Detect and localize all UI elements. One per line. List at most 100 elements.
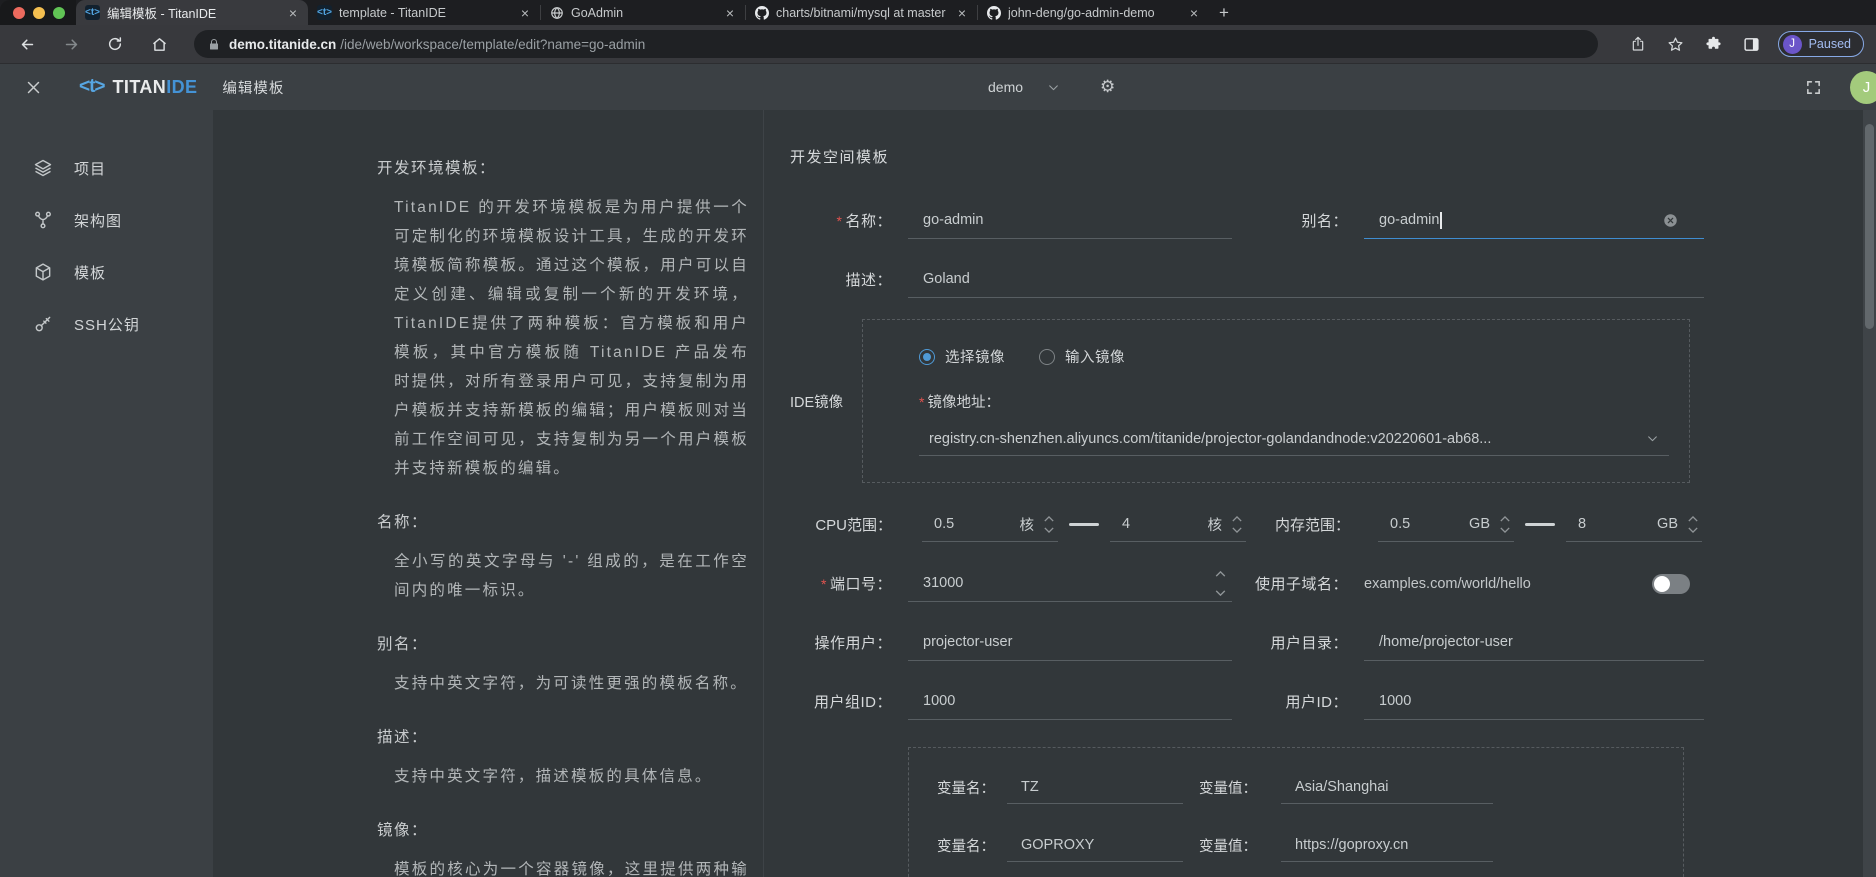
browser-tab-5[interactable]: john-deng/go-admin-demo ×	[977, 0, 1209, 25]
operator-value: projector-user	[923, 634, 1012, 650]
profile-status: Paused	[1809, 37, 1851, 51]
cpu-max-input[interactable]: 4 核	[1110, 508, 1246, 542]
env-name-input[interactable]: TZ	[1007, 770, 1183, 804]
forward-icon[interactable]	[56, 29, 86, 59]
cpu-unit: 核	[1020, 514, 1035, 535]
image-address-value: registry.cn-shenzhen.aliyuncs.com/titani…	[929, 431, 1491, 447]
description-label: 描述：	[790, 269, 908, 290]
radio-input-image[interactable]: 输入镜像	[1039, 346, 1125, 367]
extensions-icon[interactable]	[1700, 30, 1728, 58]
tab-close-icon[interactable]: ×	[956, 6, 968, 20]
url-bar[interactable]: demo.titanide.cn/ide/web/workspace/templ…	[194, 30, 1598, 58]
operator-label: 操作用户：	[790, 632, 908, 653]
help-paragraph: 模板的核心为一个容器镜像，这里提供两种输入方式，其一是下拉选择已有模板的镜像；其…	[377, 855, 749, 877]
user-avatar[interactable]: J	[1850, 71, 1876, 104]
port-input[interactable]: 31000	[908, 566, 1232, 602]
form-section-title: 开发空间模板	[790, 146, 1704, 167]
tab-close-icon[interactable]: ×	[287, 6, 299, 20]
cpu-min-input[interactable]: 0.5 核	[922, 508, 1058, 542]
env-value-input[interactable]: https://goproxy.cn	[1281, 828, 1493, 862]
description-value: Goland	[923, 271, 970, 287]
range-dash	[1066, 523, 1102, 526]
subdomain-toggle[interactable]	[1652, 574, 1690, 594]
required-asterisk: *	[837, 213, 843, 229]
cpu-min-value: 0.5	[934, 516, 954, 532]
home-icon[interactable]	[144, 29, 174, 59]
browser-tab-2[interactable]: <t> template - TitanIDE ×	[308, 0, 540, 25]
alias-input[interactable]: go-admin	[1364, 203, 1704, 239]
fullscreen-icon[interactable]	[1805, 79, 1822, 96]
env-name-label: 变量名：	[937, 835, 1007, 856]
radio-label: 输入镜像	[1065, 346, 1125, 367]
description-input[interactable]: Goland	[908, 262, 1704, 298]
group-id-label: 用户组ID：	[790, 691, 908, 712]
reload-icon[interactable]	[100, 29, 130, 59]
env-value-input[interactable]: Asia/Shanghai	[1281, 770, 1493, 804]
help-heading: 描述：	[377, 725, 749, 747]
user-dir-input[interactable]: /home/projector-user	[1364, 625, 1704, 661]
name-value: go-admin	[923, 212, 983, 228]
new-tab-button[interactable]: +	[1209, 0, 1239, 25]
minimize-window-button[interactable]	[33, 7, 45, 19]
cube-icon	[33, 262, 53, 282]
browser-tab-3[interactable]: GoAdmin ×	[540, 0, 745, 25]
browser-tab-4[interactable]: charts/bitnami/mysql at master ×	[745, 0, 977, 25]
stepper-icon[interactable]	[1215, 571, 1226, 596]
workspace-switcher[interactable]: demo ⚙	[988, 77, 1115, 97]
help-heading: 开发环境模板：	[377, 156, 749, 178]
stepper-icon[interactable]	[1044, 516, 1054, 533]
group-id-input[interactable]: 1000	[908, 684, 1232, 720]
profile-chip[interactable]: J Paused	[1778, 31, 1864, 57]
tab-title: template - TitanIDE	[339, 6, 512, 20]
tab-close-icon[interactable]: ×	[519, 6, 531, 20]
name-input[interactable]: go-admin	[908, 203, 1232, 239]
side-panel-icon[interactable]	[1738, 30, 1766, 58]
share-icon[interactable]	[1624, 30, 1652, 58]
lock-icon	[208, 38, 220, 51]
chevron-down-icon[interactable]	[1047, 81, 1060, 94]
sidebar-item-templates[interactable]: 模板	[0, 246, 213, 298]
alias-label: 别名：	[1232, 210, 1364, 231]
tab-strip: <t> 编辑模板 - TitanIDE × <t> template - Tit…	[0, 0, 1876, 25]
bookmark-star-icon[interactable]	[1662, 30, 1690, 58]
titanide-logo: <t>	[79, 76, 105, 98]
tab-close-icon[interactable]: ×	[724, 6, 736, 20]
sidebar-item-projects[interactable]: 项目	[0, 142, 213, 194]
browser-chrome: <t> 编辑模板 - TitanIDE × <t> template - Tit…	[0, 0, 1876, 63]
sidebar-item-ssh-keys[interactable]: SSH公钥	[0, 298, 213, 350]
zoom-window-button[interactable]	[53, 7, 65, 19]
env-name-label: 变量名：	[937, 777, 1007, 798]
stepper-icon[interactable]	[1232, 516, 1242, 533]
clear-icon[interactable]	[1663, 213, 1678, 228]
titanide-favicon: <t>	[317, 5, 332, 20]
chevron-down-icon[interactable]	[1646, 432, 1659, 445]
memory-unit: GB	[1657, 516, 1678, 532]
browser-tab-1[interactable]: <t> 编辑模板 - TitanIDE ×	[76, 0, 308, 25]
radio-on-icon	[919, 349, 935, 365]
help-paragraph: TitanIDE 的开发环境模板是为用户提供一个可定制化的环境模板设计工具，生成…	[377, 193, 749, 483]
memory-max-input[interactable]: 8 GB	[1566, 508, 1702, 542]
close-editor-icon[interactable]	[26, 80, 41, 95]
scrollbar-thumb[interactable]	[1865, 124, 1874, 329]
image-address-select[interactable]: registry.cn-shenzhen.aliyuncs.com/titani…	[919, 422, 1669, 456]
back-icon[interactable]	[12, 29, 42, 59]
toggle-knob	[1654, 576, 1670, 592]
env-var-row: 变量名： GOPROXY 变量值： https://goproxy.cn	[937, 816, 1683, 874]
close-window-button[interactable]	[13, 7, 25, 19]
stepper-icon[interactable]	[1688, 516, 1698, 533]
scrollbar[interactable]	[1863, 110, 1876, 877]
stepper-icon[interactable]	[1500, 516, 1510, 533]
image-mode-radio-group: 选择镜像 输入镜像	[919, 346, 1669, 367]
operator-input[interactable]: projector-user	[908, 625, 1232, 661]
gear-icon[interactable]: ⚙	[1100, 77, 1115, 97]
user-dir-value: /home/projector-user	[1379, 634, 1513, 650]
user-id-input[interactable]: 1000	[1364, 684, 1704, 720]
memory-min-input[interactable]: 0.5 GB	[1378, 508, 1514, 542]
tab-close-icon[interactable]: ×	[1188, 6, 1200, 20]
help-heading: 镜像：	[377, 818, 749, 840]
radio-select-image[interactable]: 选择镜像	[919, 346, 1005, 367]
page-title: 编辑模板	[222, 77, 284, 98]
sidebar-item-architecture[interactable]: 架构图	[0, 194, 213, 246]
template-form: 开发空间模板 *名称： go-admin 别名： go-admin 描述： Go…	[764, 110, 1876, 877]
env-name-input[interactable]: GOPROXY	[1007, 828, 1183, 862]
